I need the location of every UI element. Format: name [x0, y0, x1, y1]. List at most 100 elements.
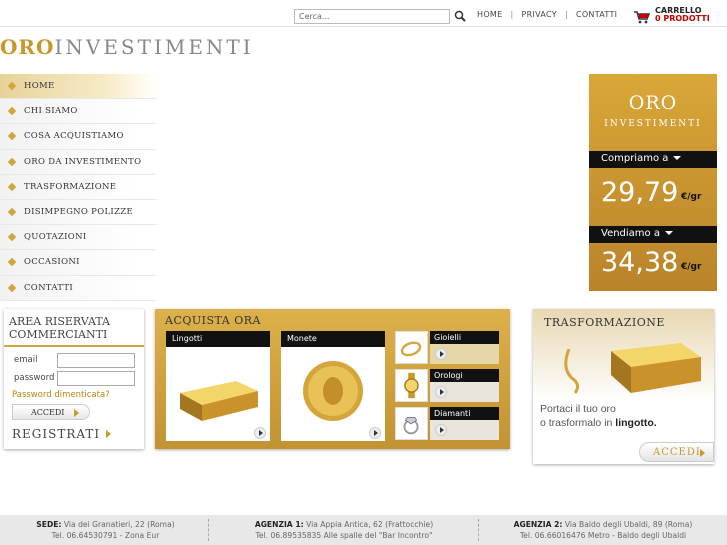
product-card-diamanti[interactable]: Diamanti	[395, 407, 499, 440]
footer-divider	[208, 519, 209, 541]
buy-price: 29,79	[601, 177, 679, 208]
reserved-area-title: AREA RISERVATA COMMERCIANTI	[9, 315, 110, 341]
nav-home[interactable]: HOME	[477, 10, 502, 19]
nav-privacy[interactable]: PRIVACY	[521, 10, 556, 19]
footer: SEDE: Via dei Granatieri, 22 (Roma) Tel. …	[0, 515, 727, 545]
reserved-area-panel: AREA RISERVATA COMMERCIANTI email passwor…	[4, 309, 144, 449]
sidebar-item-contatti[interactable]: CONTATTI	[0, 275, 156, 301]
shop-panel: ACQUISTA ORA Lingotti Monete Gioielli Or…	[155, 309, 510, 449]
cart-count[interactable]: 0 PRODOTTI	[655, 14, 710, 23]
transform-title: TRASFORMAZIONE	[544, 316, 665, 329]
diamond-bullet-icon	[7, 232, 17, 242]
sidebar-item-disimpegno-polizze[interactable]: DISIMPEGNO POLIZZE	[0, 199, 156, 226]
password-field[interactable]	[57, 371, 135, 386]
diamond-bullet-icon	[7, 81, 17, 91]
login-button[interactable]: ACCEDI	[12, 404, 90, 420]
sidebar-item-chi-siamo[interactable]: CHI SIAMO	[0, 99, 156, 125]
widget-logo-oro: ORO	[628, 92, 678, 114]
email-field[interactable]	[57, 353, 135, 368]
forgot-password-link[interactable]: Password dimenticata?	[12, 390, 110, 400]
sidebar-item-trasformazione[interactable]: TRASFORMAZIONE	[0, 174, 156, 200]
search-icon[interactable]	[454, 10, 466, 22]
diamond-bullet-icon	[7, 207, 17, 217]
footer-agenzia-2: AGENZIA 2: Via Baldo degli Ubaldi, 89 (R…	[513, 520, 693, 540]
gold-bar-image	[180, 381, 258, 421]
reserved-area-divider	[4, 345, 144, 347]
watch-image	[395, 369, 428, 402]
sidebar-item-label: ORO DA INVESTIMENTO	[24, 156, 142, 167]
play-icon[interactable]	[435, 348, 447, 360]
dropdown-arrow-icon	[673, 156, 682, 160]
register-link[interactable]: REGISTRATI	[12, 427, 112, 441]
sell-label: Vendiamo a	[601, 228, 660, 239]
diamond-bullet-icon	[7, 106, 17, 116]
product-card-gioielli[interactable]: Gioielli	[395, 331, 499, 364]
sell-price-dropdown[interactable]: Vendiamo a	[589, 226, 717, 243]
transform-accedi-button[interactable]: ACCEDI	[639, 442, 714, 462]
sidebar-item-label: HOME	[24, 81, 55, 92]
play-icon[interactable]	[254, 427, 266, 439]
sidebar-item-label: CONTATTI	[24, 282, 74, 293]
transform-text-line2: o trasformalo in lingotto.	[540, 417, 657, 429]
gold-price-widget: ORO INVESTIMENTI Compriamo a 29,79 €/gr …	[589, 74, 717, 291]
diamond-bullet-icon	[7, 132, 17, 141]
arrow-right-icon	[700, 449, 705, 457]
sidebar-item-home[interactable]: HOME	[0, 74, 156, 100]
product-card-lingotti[interactable]: Lingotti	[166, 331, 270, 441]
sidebar-item-occasioni[interactable]: OCCASIONI	[0, 250, 156, 276]
dropdown-arrow-icon	[664, 231, 673, 235]
gold-ingot-image	[564, 343, 701, 394]
sidebar-item-label: DISIMPEGNO POLIZZE	[24, 207, 133, 218]
play-icon[interactable]	[369, 427, 381, 439]
sell-price: 34,38	[601, 247, 679, 278]
diamond-ring-image	[395, 407, 428, 440]
buy-label: Compriamo a	[601, 153, 669, 164]
play-icon[interactable]	[435, 386, 447, 398]
logo-oro: ORO	[0, 35, 55, 59]
diamond-bullet-icon	[7, 283, 17, 292]
widget-logo-investimenti: INVESTIMENTI	[604, 119, 702, 129]
play-icon[interactable]	[435, 424, 447, 436]
sidebar-item-label: COSA ACQUISTIAMO	[24, 131, 124, 142]
buy-unit: €/gr	[681, 192, 702, 202]
transform-panel: TRASFORMAZIONE Portaci il tuo oro o tras…	[533, 309, 714, 464]
product-card-title: Orologi	[430, 369, 499, 382]
sidebar-item-label: TRASFORMAZIONE	[24, 181, 117, 192]
product-card-title: Diamanti	[430, 407, 499, 420]
logo-investimenti: INVESTIMENTI	[54, 35, 254, 59]
product-card-title: Monete	[281, 331, 385, 347]
product-card-title: Lingotti	[166, 331, 270, 347]
arrow-right-icon	[74, 409, 79, 417]
transform-text-line1: Portaci il tuo oro	[540, 403, 616, 415]
diamond-bullet-icon	[7, 157, 17, 166]
sidebar-menu: HOME CHI SIAMO COSA ACQUISTIAMO ORO DA I…	[0, 74, 156, 301]
footer-agenzia-1: AGENZIA 1: Via Appia Antica, 62 (Frattoc…	[254, 520, 434, 540]
arrow-right-icon	[106, 430, 112, 438]
sidebar-item-oro-da-investimento[interactable]: ORO DA INVESTIMENTO	[0, 149, 156, 175]
ring-image	[395, 331, 428, 364]
sidebar-item-cosa-acquistiamo[interactable]: COSA ACQUISTIAMO	[0, 124, 156, 150]
top-nav: HOME | PRIVACY | CONTATTI	[477, 10, 618, 19]
sidebar-item-label: OCCASIONI	[24, 257, 80, 268]
product-card-title: Gioielli	[430, 331, 499, 344]
header-divider	[0, 26, 727, 27]
diamond-bullet-icon	[7, 182, 17, 191]
buy-price-dropdown[interactable]: Compriamo a	[589, 151, 717, 168]
cart-icon[interactable]	[633, 10, 651, 24]
site-logo[interactable]: OROINVESTIMENTI	[0, 35, 254, 59]
product-card-monete[interactable]: Monete	[281, 331, 385, 441]
sidebar-item-label: CHI SIAMO	[24, 106, 78, 117]
sidebar-item-label: QUOTAZIONI	[24, 232, 87, 243]
sell-unit: €/gr	[681, 262, 702, 272]
gold-coin-image	[303, 361, 363, 421]
shop-title: ACQUISTA ORA	[165, 314, 261, 327]
footer-divider	[478, 519, 479, 541]
footer-sede: SEDE: Via dei Granatieri, 22 (Roma) Tel. …	[36, 520, 175, 540]
email-label: email	[14, 355, 38, 365]
password-label: password	[14, 373, 55, 383]
nav-contatti[interactable]: CONTATTI	[576, 10, 617, 19]
search-input[interactable]: Cerca...	[294, 9, 450, 24]
sidebar-item-quotazioni[interactable]: QUOTAZIONI	[0, 225, 156, 251]
diamond-bullet-icon	[7, 258, 17, 267]
product-card-orologi[interactable]: Orologi	[395, 369, 499, 402]
